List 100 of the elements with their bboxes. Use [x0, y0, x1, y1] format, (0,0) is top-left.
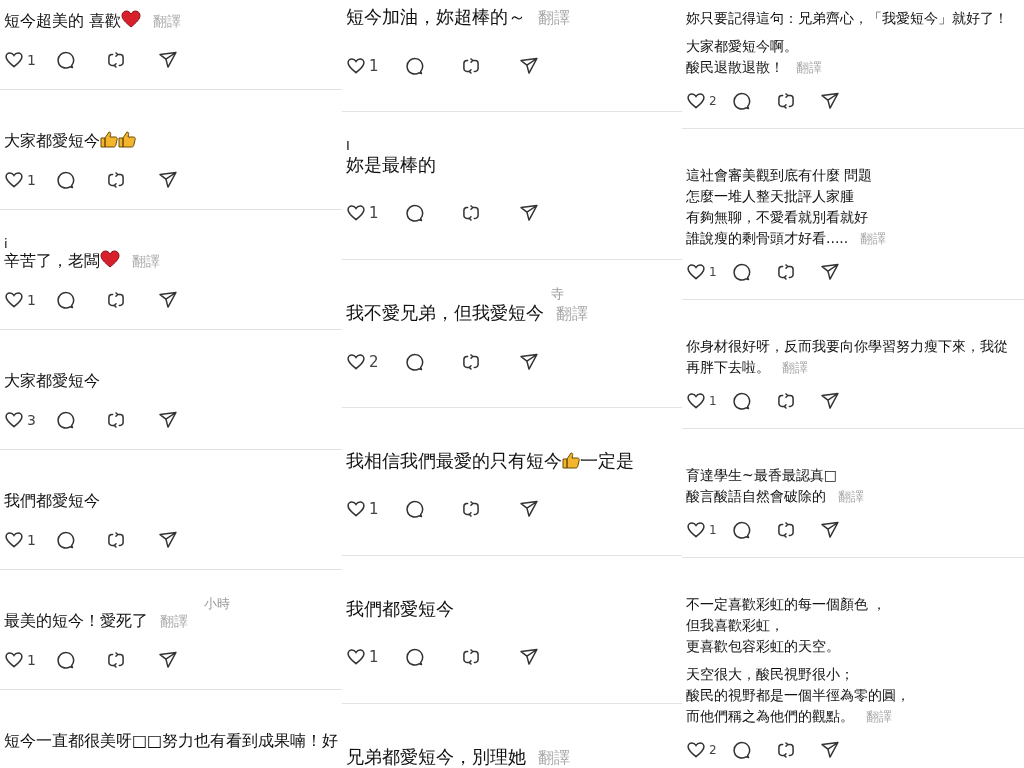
comment-text: 大家都愛短今: [4, 370, 100, 392]
timestamp: 小時: [204, 597, 230, 610]
heart-emoji-icon: [121, 10, 142, 28]
comment-icon[interactable]: [55, 530, 76, 550]
comment-text: 天空很大，酸民視野很小； 酸民的視野都是一個半徑為零的圓， 而他們稱之為他們的觀點。 翻譯: [686, 665, 910, 726]
repost-icon[interactable]: [775, 262, 796, 282]
heart-icon: [686, 91, 706, 111]
comment-text: 大家都愛短今: [4, 130, 136, 152]
share-icon[interactable]: [820, 740, 841, 760]
like-button[interactable]: 1: [686, 520, 731, 540]
repost-icon[interactable]: [106, 650, 127, 670]
repost-icon[interactable]: [106, 530, 127, 550]
like-button[interactable]: 2: [686, 91, 731, 111]
comment-text: 兄弟都愛短今，別理她 翻譯: [346, 745, 570, 768]
comment-icon[interactable]: [403, 499, 424, 519]
comment-icon[interactable]: [55, 170, 76, 190]
share-icon[interactable]: [518, 647, 539, 667]
comment-icon[interactable]: [730, 740, 751, 760]
share-icon[interactable]: [518, 203, 539, 223]
repost-icon[interactable]: [106, 50, 127, 70]
comment-icon[interactable]: [403, 352, 424, 372]
like-button[interactable]: 3: [4, 410, 56, 430]
heart-icon: [4, 170, 24, 190]
heart-icon: [4, 50, 24, 70]
share-icon[interactable]: [157, 530, 178, 550]
repost-icon[interactable]: [106, 170, 127, 190]
comment-icon[interactable]: [403, 203, 424, 223]
share-icon[interactable]: [518, 499, 539, 519]
comment-text: 你身材很好呀，反而我要向你學習努力瘦下來，我從 再胖下去啦。 翻譯: [686, 337, 1008, 377]
comment-text: 最美的短今！愛死了 翻譯: [4, 610, 188, 632]
heart-icon: [346, 647, 366, 667]
comment-icon[interactable]: [55, 650, 76, 670]
heart-icon: [4, 290, 24, 310]
comment-text: 短今超美的 喜歡 翻譯: [4, 10, 182, 32]
share-icon[interactable]: [518, 352, 539, 372]
repost-icon[interactable]: [461, 499, 482, 519]
comment-icon[interactable]: [403, 647, 424, 667]
repost-icon[interactable]: [106, 410, 127, 430]
comment-icon[interactable]: [55, 290, 76, 310]
comment-icon[interactable]: [55, 410, 76, 430]
share-icon[interactable]: [157, 50, 178, 70]
share-icon[interactable]: [518, 56, 539, 76]
comment-text: 育達學生~最香最認真□ 酸言酸語自然會破除的 翻譯: [686, 466, 864, 506]
comment-icon[interactable]: [730, 520, 751, 540]
like-button[interactable]: 2: [346, 352, 404, 372]
repost-icon[interactable]: [461, 203, 482, 223]
comment-icon[interactable]: [403, 56, 424, 76]
thumbs-up-icon: [100, 130, 118, 148]
comment-text: 不一定喜歡彩虹的每一個顏色 ， 但我喜歡彩虹， 更喜歡包容彩虹的天空。: [686, 595, 887, 656]
comment-text: 妳只要記得這句：兄弟齊心，「我愛短今」就好了！: [686, 9, 1008, 28]
repost-icon[interactable]: [461, 647, 482, 667]
heart-emoji-icon: [100, 250, 120, 268]
heart-icon: [346, 352, 366, 372]
like-button[interactable]: 2: [686, 740, 731, 760]
like-button[interactable]: 1: [686, 391, 731, 411]
repost-icon[interactable]: [775, 391, 796, 411]
repost-icon[interactable]: [775, 740, 796, 760]
author-name[interactable]: I: [346, 139, 350, 152]
comment-text: 短今加油，妳超棒的～ 翻譯: [346, 5, 570, 29]
like-button[interactable]: 1: [4, 290, 56, 310]
repost-icon[interactable]: [106, 290, 127, 310]
comment-icon[interactable]: [730, 391, 751, 411]
comment-text: 我相信我們最愛的只有短今 一定是: [346, 449, 634, 473]
share-icon[interactable]: [157, 170, 178, 190]
like-button[interactable]: 1: [346, 647, 404, 667]
share-icon[interactable]: [820, 262, 841, 282]
thumbs-up-icon: [118, 130, 136, 148]
like-button[interactable]: 1: [4, 650, 56, 670]
comment-text: 辛苦了，老闆 翻譯: [4, 250, 160, 272]
like-button[interactable]: 1: [4, 170, 56, 190]
heart-icon: [686, 740, 706, 760]
heart-icon: [686, 520, 706, 540]
like-button[interactable]: 1: [4, 50, 56, 70]
share-icon[interactable]: [157, 650, 178, 670]
like-button[interactable]: 1: [346, 203, 404, 223]
repost-icon[interactable]: [775, 520, 796, 540]
comment-text: 短今一直都很美呀□□努力也有看到成果喃！好: [4, 730, 339, 752]
like-button[interactable]: 1: [4, 530, 56, 550]
thumbs-up-icon: [562, 451, 580, 469]
repost-icon[interactable]: [461, 352, 482, 372]
share-icon[interactable]: [820, 91, 841, 111]
heart-icon: [346, 499, 366, 519]
comment-icon[interactable]: [730, 262, 751, 282]
repost-icon[interactable]: [461, 56, 482, 76]
author-name[interactable]: i: [4, 237, 8, 250]
comment-text: 妳是最棒的: [346, 153, 436, 177]
heart-icon: [346, 203, 366, 223]
share-icon[interactable]: [157, 290, 178, 310]
like-button[interactable]: 1: [346, 56, 404, 76]
heart-icon: [686, 262, 706, 282]
share-icon[interactable]: [820, 391, 841, 411]
repost-icon[interactable]: [775, 91, 796, 111]
comment-text: 大家都愛短今啊。 酸民退散退散！ 翻譯: [686, 37, 822, 77]
comment-text: 我們都愛短今: [4, 490, 100, 512]
like-button[interactable]: 1: [346, 499, 404, 519]
like-button[interactable]: 1: [686, 262, 731, 282]
comment-icon[interactable]: [730, 91, 751, 111]
share-icon[interactable]: [157, 410, 178, 430]
share-icon[interactable]: [820, 520, 841, 540]
comment-icon[interactable]: [55, 50, 76, 70]
